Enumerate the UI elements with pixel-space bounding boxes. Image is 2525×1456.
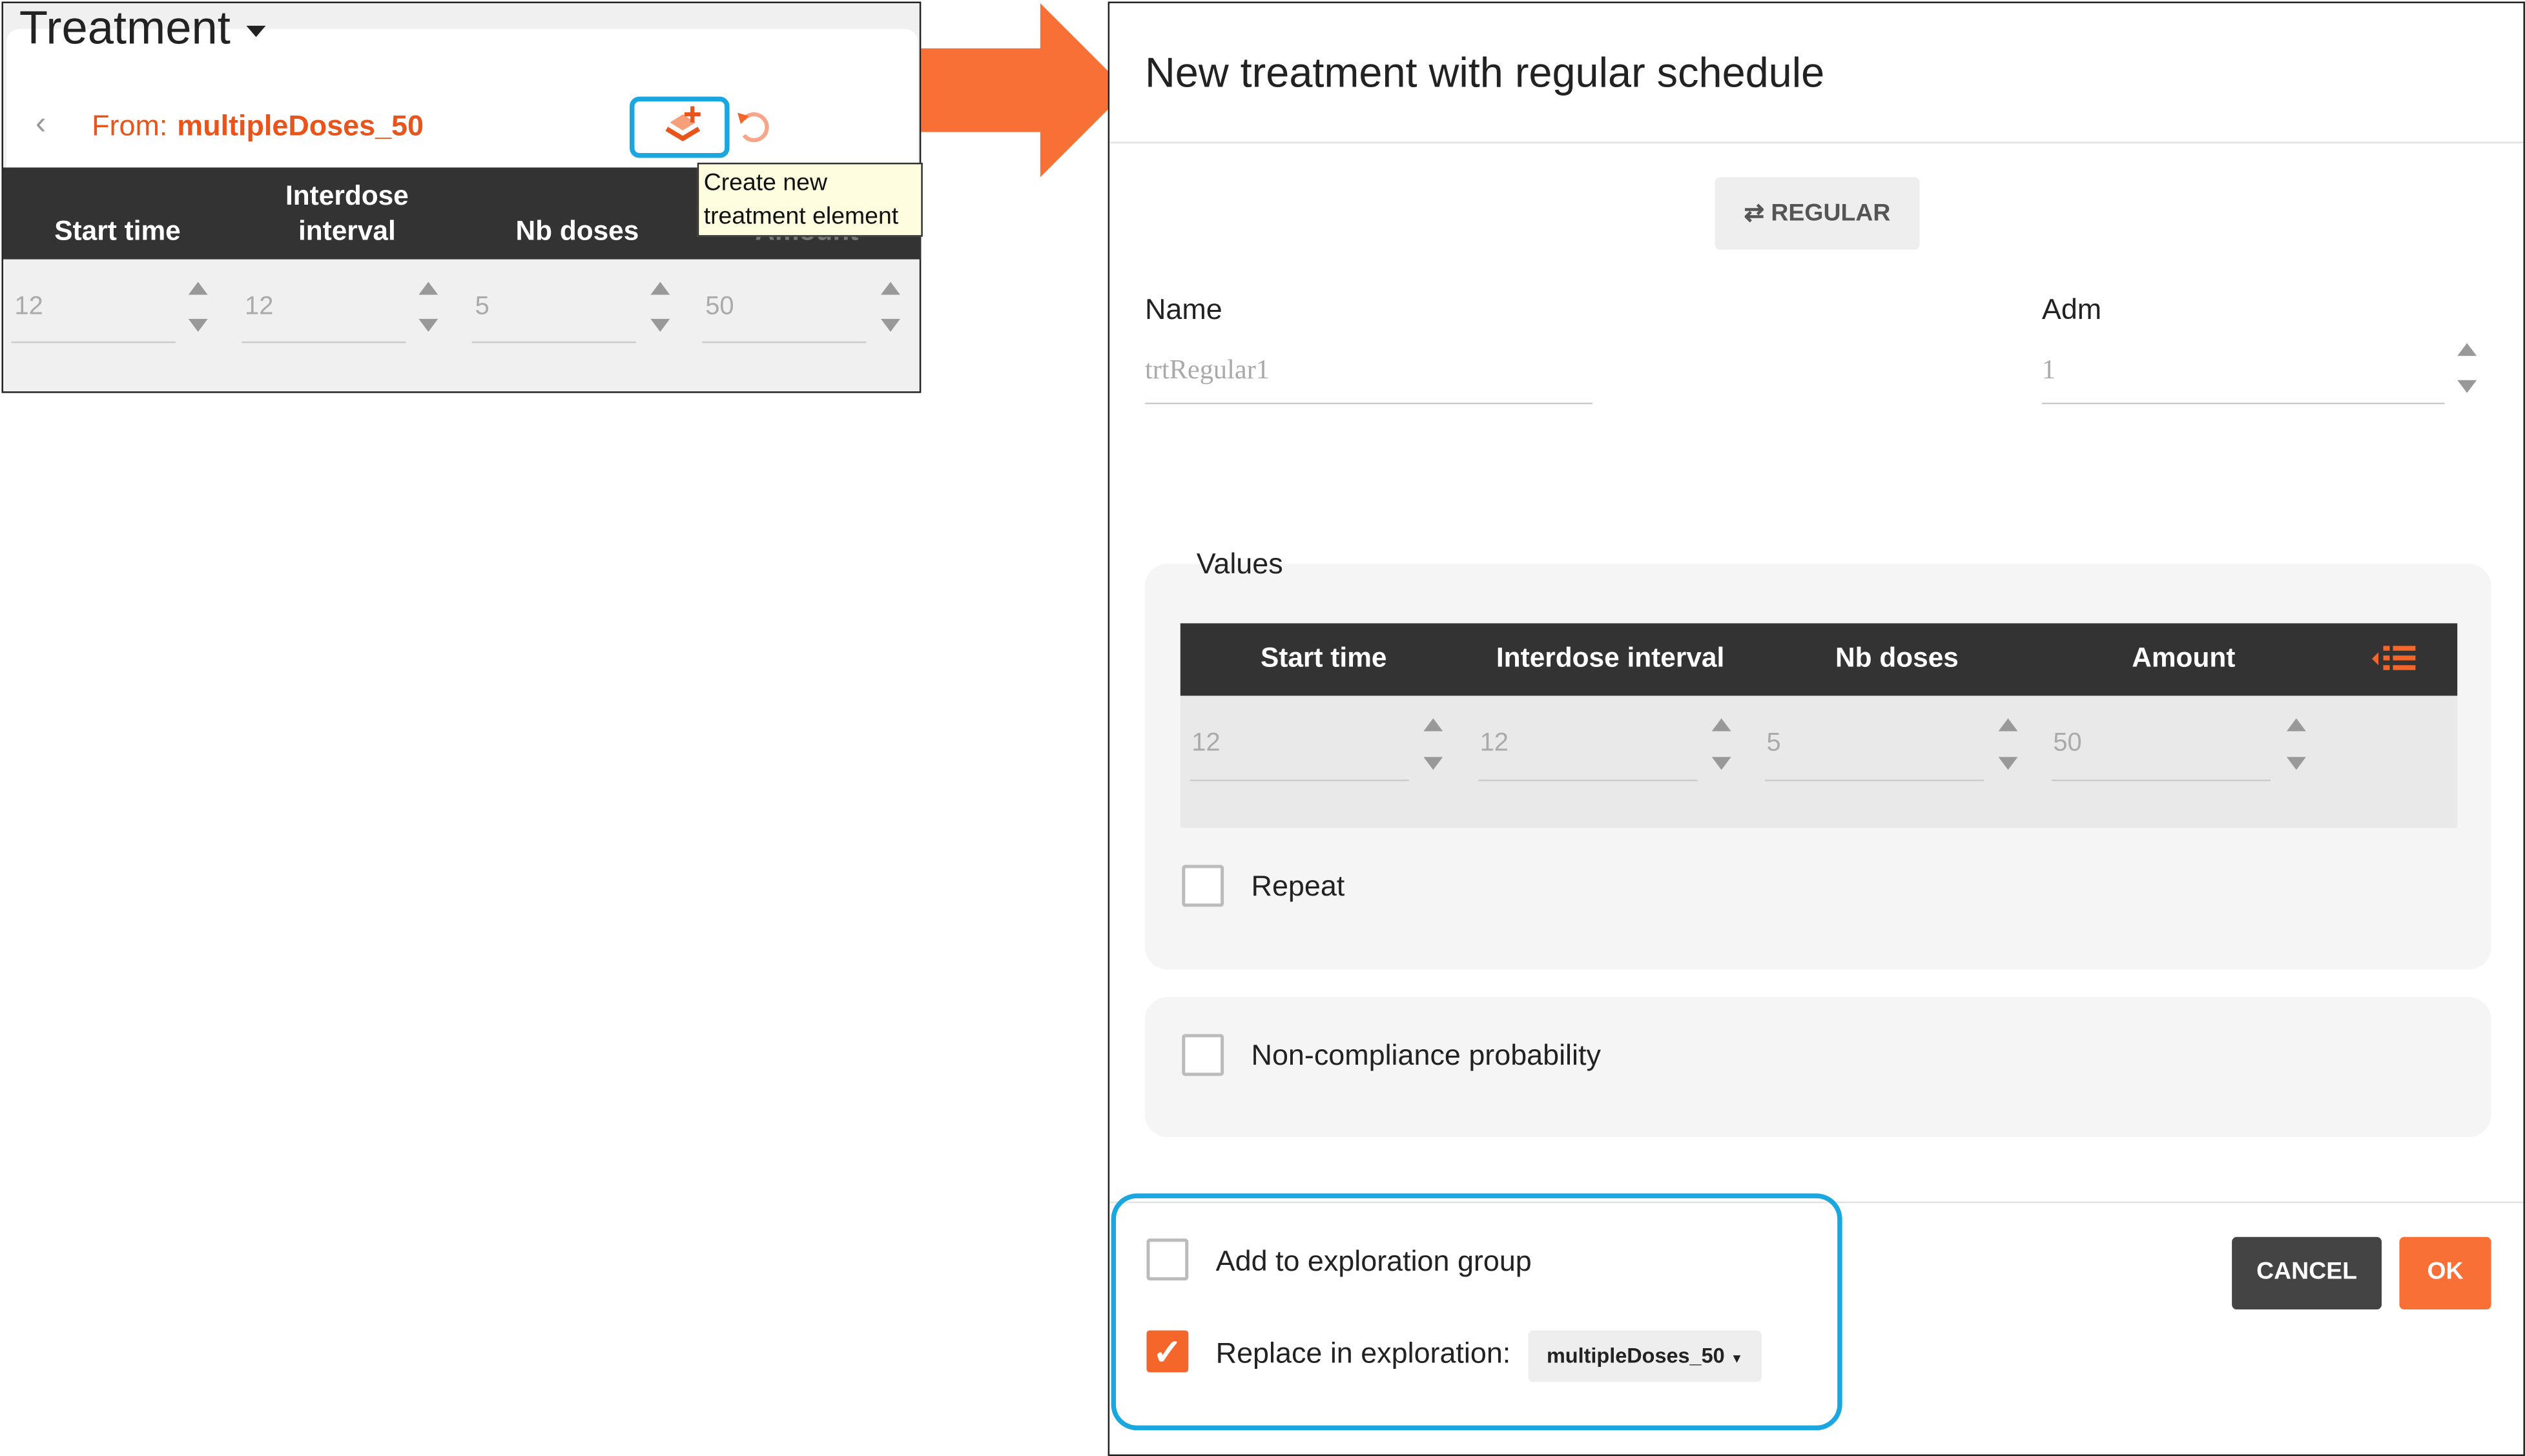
- repeat-label: Repeat: [1251, 870, 1345, 902]
- ok-button[interactable]: OK: [2399, 1236, 2491, 1310]
- regular-label: REGULAR: [1771, 200, 1891, 227]
- start-time-input[interactable]: 12: [14, 293, 43, 322]
- spin-up-icon[interactable]: [1998, 718, 2018, 732]
- dialog-title: New treatment with regular schedule: [1144, 48, 1825, 97]
- spin-down-icon[interactable]: [1711, 757, 1731, 770]
- spin-up-icon[interactable]: [880, 282, 900, 295]
- divider: [1764, 779, 1984, 781]
- spin-down-icon[interactable]: [880, 318, 900, 332]
- spin-up-icon[interactable]: [418, 282, 438, 295]
- col-interdose-interval: Interdose interval: [1496, 642, 1725, 673]
- nb-doses-input[interactable]: 5: [1766, 730, 1780, 759]
- spin-down-icon[interactable]: [188, 318, 208, 332]
- regular-mode-button[interactable]: ⇄ REGULAR: [1715, 177, 1920, 250]
- start-time-input[interactable]: 12: [1191, 730, 1220, 759]
- amount-input[interactable]: 50: [705, 293, 734, 322]
- col-nb-doses: Nb doses: [1835, 642, 1959, 673]
- spin-up-icon[interactable]: [188, 282, 208, 295]
- arrow-right-icon: [921, 3, 1128, 178]
- interval-input[interactable]: 12: [245, 293, 273, 322]
- spin-up-icon[interactable]: [1711, 718, 1731, 732]
- col-start-time: Start time: [54, 216, 181, 247]
- adm-label: Adm: [2041, 292, 2102, 325]
- amount-input[interactable]: 50: [2053, 730, 2081, 759]
- from-source: From: multipleDoses_50: [92, 110, 424, 143]
- repeat-checkbox[interactable]: [1182, 865, 1224, 907]
- col-start-time: Start time: [1260, 642, 1387, 673]
- spin-up-icon[interactable]: [650, 282, 670, 295]
- create-treatment-highlight[interactable]: [629, 96, 730, 158]
- interval-input[interactable]: 12: [1480, 730, 1509, 759]
- adm-input[interactable]: 1: [2042, 354, 2056, 387]
- noncompliance-label: Non-compliance probability: [1251, 1038, 1601, 1071]
- list-toggle-icon[interactable]: [2372, 644, 2417, 673]
- spin-down-icon[interactable]: [650, 318, 670, 332]
- spin-down-icon[interactable]: [1423, 757, 1443, 770]
- name-label: Name: [1144, 292, 1222, 325]
- col-interval: interval: [298, 216, 396, 247]
- divider: [471, 341, 636, 343]
- divider: [242, 341, 406, 343]
- divider: [2051, 779, 2271, 781]
- spin-up-icon[interactable]: [2457, 343, 2477, 356]
- divider: [2041, 402, 2445, 405]
- values-row: [1180, 695, 2458, 828]
- divider: [1109, 141, 2524, 144]
- spin-up-icon[interactable]: [1423, 718, 1443, 732]
- caret-down-icon: [246, 25, 266, 37]
- treatment-title: Treatment: [19, 3, 231, 55]
- divider: [1144, 402, 1593, 405]
- reset-icon[interactable]: [734, 107, 773, 145]
- divider: [1190, 779, 1409, 781]
- spin-down-icon[interactable]: [2286, 757, 2306, 770]
- noncompliance-checkbox[interactable]: [1182, 1034, 1224, 1076]
- tooltip: Create new treatment element: [697, 162, 923, 237]
- values-table-header: Start time Interdose interval Nb doses A…: [1180, 623, 2458, 696]
- values-legend: Values: [1196, 548, 1283, 580]
- spin-up-icon[interactable]: [2286, 718, 2306, 732]
- spin-down-icon[interactable]: [418, 318, 438, 332]
- from-label: From:: [92, 109, 168, 142]
- col-interdose: Interdose: [285, 180, 409, 211]
- tooltip-line: treatment element: [703, 203, 899, 231]
- treatment-dropdown[interactable]: Treatment: [19, 3, 266, 56]
- name-input[interactable]: trtRegular1: [1145, 354, 1270, 387]
- col-nb-doses: Nb doses: [515, 216, 639, 247]
- divider: [702, 341, 867, 343]
- swap-icon: ⇄: [1744, 200, 1765, 227]
- exploration-options-highlight: [1111, 1193, 1842, 1431]
- divider: [11, 341, 176, 343]
- cancel-button[interactable]: CANCEL: [2232, 1236, 2382, 1310]
- chevron-left-icon[interactable]: ‹: [36, 107, 46, 143]
- spin-down-icon[interactable]: [1998, 757, 2018, 770]
- nb-doses-input[interactable]: 5: [475, 293, 490, 322]
- col-amount: Amount: [2132, 642, 2236, 673]
- tooltip-line: Create new: [703, 169, 828, 197]
- from-value: multipleDoses_50: [177, 109, 424, 142]
- divider: [1478, 779, 1698, 781]
- spin-down-icon[interactable]: [2457, 380, 2477, 393]
